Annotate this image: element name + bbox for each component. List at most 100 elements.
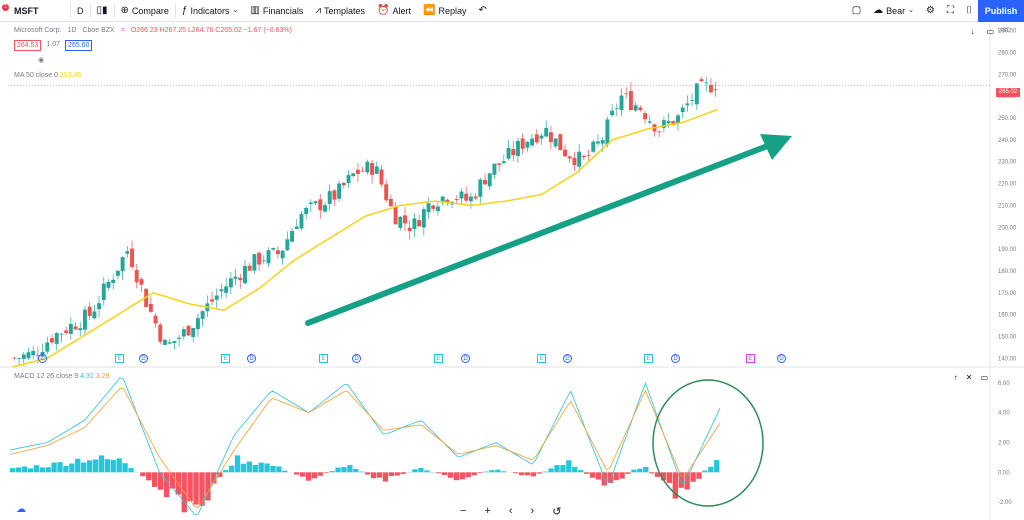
candle-body xyxy=(581,155,586,158)
pane-controls: ↓ ▭ xyxy=(970,27,994,36)
dividend-event-icon[interactable]: D xyxy=(352,354,361,363)
candle-body xyxy=(417,220,422,227)
candle-body xyxy=(388,198,393,207)
macd-histogram-bar xyxy=(270,465,276,473)
candle-body xyxy=(600,140,605,144)
candle-body xyxy=(473,196,478,199)
macd-histogram-bar xyxy=(228,465,235,473)
macd-histogram-bar xyxy=(57,462,63,473)
reset-chart-button[interactable]: ↺ xyxy=(552,505,561,518)
candle-body xyxy=(553,138,558,147)
move-up-icon[interactable]: ↑ xyxy=(954,373,958,382)
price-tick-label: 180.00 xyxy=(998,269,1017,275)
macd-histogram-bar xyxy=(518,472,525,476)
macd-histogram-bar xyxy=(33,465,39,473)
candle-body xyxy=(304,207,309,215)
candle-body xyxy=(370,163,375,175)
dividend-event-icon[interactable]: D xyxy=(461,354,470,363)
arrow-down-icon[interactable]: ↓ xyxy=(970,27,974,36)
macd-histogram-bar xyxy=(625,472,631,474)
candle-body xyxy=(280,250,285,259)
candle-body xyxy=(572,157,577,166)
maximize-pane-icon[interactable]: ▭ xyxy=(980,373,988,382)
chart-canvas[interactable]: 290.00280.00270.00260.00250.00240.00230.… xyxy=(0,0,1024,520)
earnings-event-icon[interactable]: E xyxy=(537,354,546,363)
candle-body xyxy=(83,309,87,330)
macd-histogram-bar xyxy=(382,472,389,482)
zoom-out-button[interactable]: − xyxy=(460,505,466,518)
macd-histogram-bar xyxy=(92,459,99,473)
candle-body xyxy=(685,103,690,106)
macd-histogram-bar xyxy=(578,470,584,473)
earnings-event-icon[interactable]: E xyxy=(434,354,443,363)
close-icon[interactable]: ✕ xyxy=(966,373,973,382)
macd-histogram-bar xyxy=(489,470,495,473)
candle-body xyxy=(247,265,252,271)
candle-body xyxy=(657,131,662,133)
price-tick-label: 250.00 xyxy=(998,116,1017,122)
candle-body xyxy=(426,203,431,213)
candle-body xyxy=(548,132,553,143)
candle-body xyxy=(68,323,73,334)
candle-body xyxy=(64,330,69,334)
macd-histogram-bar xyxy=(193,472,199,505)
eye-icon[interactable]: ◉ xyxy=(38,56,44,64)
macd-histogram-bar xyxy=(69,463,75,473)
macd-histogram-bar xyxy=(412,469,418,473)
macd-histogram-bar xyxy=(140,472,146,477)
dividend-event-icon[interactable]: D xyxy=(247,354,256,363)
macd-histogram-bar xyxy=(702,470,708,473)
macd-label: MACD 12 26 close 9 xyxy=(14,373,79,380)
dividend-event-icon[interactable]: D xyxy=(139,354,148,363)
minimize-pane-icon[interactable]: ▭ xyxy=(986,27,994,36)
macd-histogram-bar xyxy=(299,472,306,477)
macd-histogram-bar xyxy=(252,464,258,473)
candle-body xyxy=(393,206,398,225)
bid-ask-box: 264.53 1.07 265.60 xyxy=(14,40,93,51)
macd-histogram-bar xyxy=(595,472,602,480)
earnings-event-icon[interactable]: E xyxy=(644,354,653,363)
macd-histogram-bar xyxy=(619,472,625,479)
candle-body xyxy=(497,163,502,165)
candle-body xyxy=(431,205,436,209)
ask-price[interactable]: 265.60 xyxy=(65,40,93,51)
ma-value: 253.45 xyxy=(59,72,82,79)
candle-body xyxy=(308,202,313,205)
dividend-event-icon[interactable]: D xyxy=(671,354,680,363)
candle-body xyxy=(487,173,492,187)
bid-price[interactable]: 264.53 xyxy=(14,40,42,51)
earnings-event-icon[interactable]: E xyxy=(115,354,124,363)
dividend-event-icon[interactable]: D xyxy=(38,354,47,363)
price-tick-label: 140.00 xyxy=(998,356,1017,362)
candle-body xyxy=(478,179,483,197)
macd-tick-label: 2.00 xyxy=(998,441,1010,447)
currency-label: USD xyxy=(998,28,1011,34)
price-tick-label: 150.00 xyxy=(998,334,1017,340)
scroll-left-button[interactable]: ‹ xyxy=(509,505,513,518)
candle-body xyxy=(384,184,389,201)
candle-body xyxy=(78,328,83,331)
earnings-event-icon[interactable]: E xyxy=(746,354,755,363)
macd-histogram-bar xyxy=(471,472,477,476)
macd-histogram-bar xyxy=(317,472,323,476)
ma50-line xyxy=(11,108,719,368)
candle-body xyxy=(586,154,591,156)
dividend-event-icon[interactable]: D xyxy=(777,354,786,363)
macd-histogram-bar xyxy=(560,465,566,473)
earnings-event-icon[interactable]: E xyxy=(319,354,328,363)
dividend-event-icon[interactable]: D xyxy=(563,354,572,363)
candle-body xyxy=(346,175,351,184)
candle-body xyxy=(332,190,337,200)
candle-body xyxy=(379,169,384,185)
candle-body xyxy=(501,161,506,164)
macd-histogram-bar xyxy=(163,472,170,498)
earnings-event-icon[interactable]: E xyxy=(221,354,230,363)
candle-body xyxy=(327,191,332,205)
candle-body xyxy=(539,135,544,139)
zoom-in-button[interactable]: + xyxy=(484,505,490,518)
candle-body xyxy=(520,138,525,149)
macd-histogram-bar xyxy=(98,455,105,473)
scroll-right-button[interactable]: › xyxy=(531,505,535,518)
signal-line xyxy=(9,387,721,508)
candle-body xyxy=(643,113,647,120)
